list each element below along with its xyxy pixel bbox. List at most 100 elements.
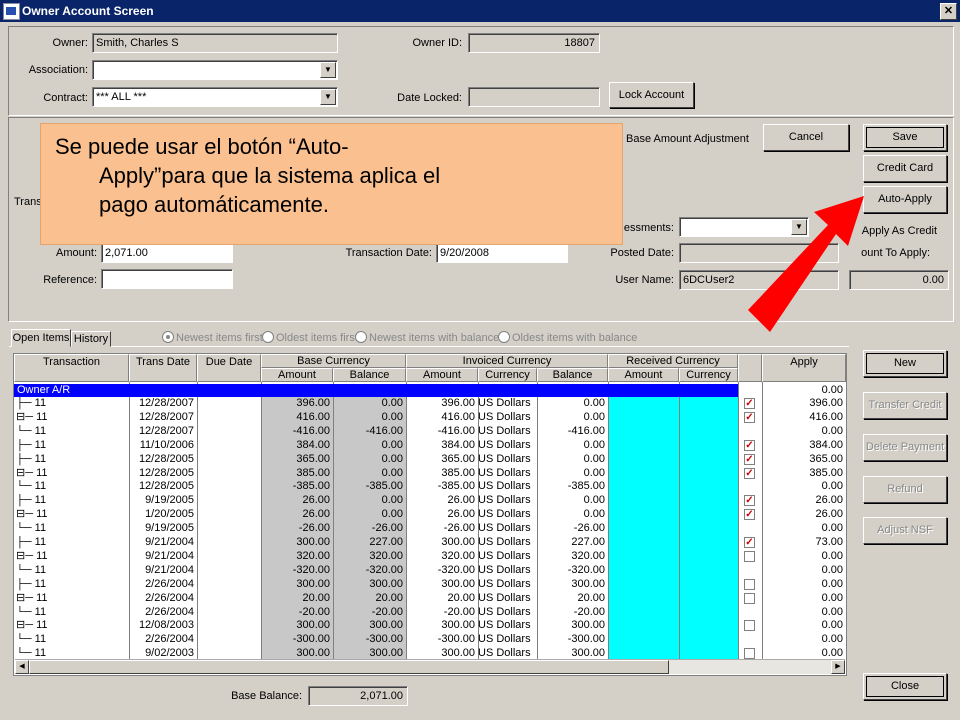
checkbox-icon[interactable]: ✓ <box>744 453 755 465</box>
table-row[interactable]: ├─ 11 12/28/2005 365.00 0.00 365.00 US Dollar… <box>14 453 846 466</box>
transfer-credit-button[interactable]: Transfer Credit <box>863 392 947 419</box>
cell-transaction: ⊟─ 11 <box>16 466 48 479</box>
cell-base-amount: 300.00 <box>296 619 330 632</box>
scroll-right-icon[interactable]: ▶ <box>831 660 845 674</box>
cell-transaction: └─ 11 <box>16 633 47 646</box>
checkbox-icon[interactable]: ✓ <box>744 495 755 507</box>
checkbox-icon[interactable] <box>744 578 755 590</box>
header-received-currency-type[interactable]: Currency <box>679 368 738 382</box>
header-invoiced-amount[interactable]: Amount <box>406 368 478 382</box>
open-items-grid: Transaction Trans Date Due Date Base Cur… <box>13 353 847 676</box>
table-row[interactable]: ├─ 11 12/28/2007 396.00 0.00 396.00 US Dollar… <box>14 397 846 410</box>
close-button[interactable]: Close <box>863 673 947 700</box>
adjust-nsf-button[interactable]: Adjust NSF <box>863 517 947 544</box>
checkbox-icon[interactable] <box>744 648 755 660</box>
refund-button[interactable]: Refund <box>863 476 947 503</box>
tree-connector-icon: ⊟─ <box>16 549 37 562</box>
table-row[interactable]: ├─ 11 9/19/2005 26.00 0.00 26.00 US Dollars 0.… <box>14 494 846 507</box>
header-apply[interactable]: Apply <box>762 354 846 382</box>
owner-name-field: Smith, Charles S <box>92 33 338 53</box>
header-base-balance[interactable]: Balance <box>333 368 406 382</box>
cell-base-balance: 0.00 <box>381 410 403 423</box>
radio-newest-items-with-balance[interactable]: Newest items with balance <box>355 331 499 344</box>
table-row[interactable]: ├─ 11 11/10/2006 384.00 0.00 384.00 US Dollar… <box>14 439 846 452</box>
radio-oldest-items-with-balance[interactable]: Oldest items with balance <box>498 331 637 344</box>
credit-card-button[interactable]: Credit Card <box>863 155 947 182</box>
lock-account-button[interactable]: Lock Account <box>609 82 694 108</box>
table-row[interactable]: ⊟─ 11 12/28/2005 385.00 0.00 385.00 US Dollar… <box>14 467 846 480</box>
header-trans-date[interactable]: Trans Date <box>129 354 197 382</box>
cell-base-balance: 300.00 <box>369 577 403 590</box>
owner-ar-row[interactable]: Owner A/R 0.00 <box>14 384 846 397</box>
cell-invoiced-balance: -385.00 <box>567 480 605 493</box>
horizontal-scrollbar[interactable]: ◀ ▶ <box>15 659 845 674</box>
cell-transaction: ⊟─ 11 <box>16 619 48 632</box>
table-row[interactable]: └─ 11 9/21/2004 -320.00 -320.00 -320.00 US Do… <box>14 564 846 577</box>
checkbox-icon[interactable]: ✓ <box>744 467 755 479</box>
new-button[interactable]: New <box>863 350 947 377</box>
tab-history[interactable]: History <box>71 331 111 347</box>
table-row[interactable]: ├─ 11 2/26/2004 300.00 300.00 300.00 US Dolla… <box>14 578 846 591</box>
table-row[interactable]: └─ 11 12/28/2005 -385.00 -385.00 -385.00 US D… <box>14 480 846 493</box>
cell-apply: 384.00 <box>809 438 843 451</box>
transaction-date-field[interactable]: 9/20/2008 <box>436 243 568 263</box>
cancel-button[interactable]: Cancel <box>763 124 849 151</box>
tab-open-items[interactable]: Open Items <box>11 329 71 347</box>
save-button[interactable]: Save <box>863 124 947 151</box>
dropdown-arrow-icon[interactable]: ▼ <box>320 89 336 105</box>
cell-invoiced-balance: -300.00 <box>567 633 605 646</box>
reference-field[interactable] <box>101 269 233 289</box>
header-invoiced-balance[interactable]: Balance <box>537 368 608 382</box>
dropdown-arrow-icon[interactable]: ▼ <box>320 62 336 78</box>
cell-base-amount: 384.00 <box>296 438 330 451</box>
table-row[interactable]: ⊟─ 11 9/21/2004 320.00 320.00 320.00 US Dolla… <box>14 550 846 563</box>
association-dropdown[interactable]: ▼ <box>92 60 338 80</box>
checkbox-icon[interactable] <box>744 592 755 604</box>
table-row[interactable]: ⊟─ 11 12/28/2007 416.00 0.00 416.00 US Dollar… <box>14 411 846 424</box>
contract-label: Contract: <box>43 92 88 104</box>
header-base-amount[interactable]: Amount <box>261 368 333 382</box>
checkbox-icon[interactable]: ✓ <box>744 411 755 423</box>
amount-field[interactable]: 2,071.00 <box>101 243 233 263</box>
checkbox-icon[interactable]: ✓ <box>744 537 755 548</box>
header-invoiced-currency-type[interactable]: Currency <box>478 368 537 382</box>
header-transaction[interactable]: Transaction <box>14 354 129 382</box>
header-due-date[interactable]: Due Date <box>197 354 261 382</box>
amount-label: Amount: <box>56 247 97 259</box>
cell-invoiced-balance: -320.00 <box>567 563 605 576</box>
callout-line-3: pago automáticamente. <box>99 192 329 217</box>
radio-newest-items-first[interactable]: Newest items first <box>162 331 263 344</box>
close-icon[interactable]: ✕ <box>940 3 957 20</box>
header-received-amount[interactable]: Amount <box>608 368 679 382</box>
checkbox-icon[interactable] <box>744 620 755 632</box>
contract-dropdown[interactable]: *** ALL *** ▼ <box>92 87 338 107</box>
table-row[interactable]: ⊟─ 11 1/20/2005 26.00 0.00 26.00 US Dollars 0.… <box>14 508 846 521</box>
cell-transaction: ⊟─ 11 <box>16 591 48 604</box>
cell-trans-date: 9/19/2005 <box>145 522 194 535</box>
checkbox-icon[interactable]: ✓ <box>744 509 755 521</box>
cell-transaction: ⊟─ 11 <box>16 508 48 521</box>
owner-ar-label: Owner A/R <box>14 384 738 397</box>
radio-oldest-items-first[interactable]: Oldest items first <box>262 331 358 344</box>
checkbox-icon[interactable]: ✓ <box>744 439 755 451</box>
tree-connector-icon: └─ <box>16 522 35 535</box>
cell-base-amount: -26.00 <box>298 522 330 535</box>
cell-apply: 0.00 <box>821 633 843 646</box>
table-row[interactable]: └─ 11 2/26/2004 -300.00 -300.00 -300.00 US Do… <box>14 633 846 646</box>
instruction-callout: Se puede usar el botón “Auto- Apply”para… <box>40 123 623 245</box>
cell-base-amount: 396.00 <box>296 397 330 409</box>
table-row[interactable]: └─ 11 2/26/2004 -20.00 -20.00 -20.00 US Dolla… <box>14 606 846 619</box>
delete-payment-button[interactable]: Delete Payment <box>863 434 947 461</box>
cell-invoiced-amount: 365.00 <box>441 452 475 465</box>
base-amount-adjustment-label: Base Amount Adjustment <box>626 133 749 145</box>
checkbox-icon[interactable] <box>744 550 755 562</box>
table-row[interactable]: ⊟─ 11 12/08/2003 300.00 300.00 300.00 US Doll… <box>14 619 846 632</box>
table-row[interactable]: ⊟─ 11 2/26/2004 20.00 20.00 20.00 US Dollars 2… <box>14 592 846 605</box>
table-row[interactable]: └─ 11 9/19/2005 -26.00 -26.00 -26.00 US Dolla… <box>14 522 846 535</box>
table-row[interactable]: └─ 11 12/28/2007 -416.00 -416.00 -416.00 US D… <box>14 425 846 438</box>
cell-base-amount: 416.00 <box>296 410 330 423</box>
table-row[interactable]: ├─ 11 9/21/2004 300.00 227.00 300.00 US Dolla… <box>14 536 846 549</box>
scroll-left-icon[interactable]: ◀ <box>15 660 29 674</box>
scroll-thumb[interactable] <box>29 660 669 674</box>
checkbox-icon[interactable]: ✓ <box>744 398 755 409</box>
